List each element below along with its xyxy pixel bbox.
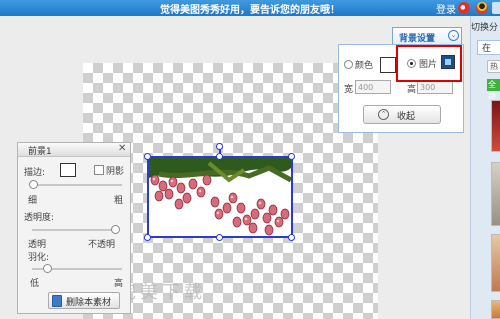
- close-icon[interactable]: ✕: [118, 143, 126, 154]
- color-radio[interactable]: [344, 60, 353, 69]
- high-label: 高: [114, 279, 124, 289]
- foreground-panel: 前景1 ✕ 描边: 阴影 细 粗 透明度: 透明 不透明 羽化: 低 高 删除本…: [17, 142, 131, 314]
- border-color-swatch[interactable]: [60, 163, 76, 177]
- delete-material-button[interactable]: 删除本素材: [48, 292, 120, 309]
- material-thumbnail[interactable]: [491, 100, 500, 152]
- shadow-checkbox[interactable]: [94, 165, 104, 175]
- top-banner: 觉得美图秀秀好用，要告诉您的朋友哦！ 登录: [0, 0, 500, 16]
- opacity-slider-knob[interactable]: [111, 225, 120, 234]
- right-sidebar: 切换分 在 热 全部: [470, 16, 500, 319]
- opacity-slider-track[interactable]: [32, 229, 118, 231]
- border-label: 描边:: [24, 168, 46, 178]
- selected-image[interactable]: [147, 156, 293, 238]
- opaque-label: 不透明: [88, 240, 116, 250]
- width-field[interactable]: [355, 80, 391, 94]
- resize-handle-tm[interactable]: [216, 153, 223, 160]
- low-label: 低: [30, 279, 40, 289]
- tab-switch[interactable]: 切换分: [471, 20, 498, 33]
- shadow-label: 阴影: [106, 167, 125, 177]
- collapse-label: 收起: [397, 112, 416, 122]
- banner-text: 觉得美图秀秀好用，要告诉您的朋友哦！: [160, 5, 340, 16]
- resize-handle-br[interactable]: [288, 234, 295, 241]
- resize-handle-tl[interactable]: [144, 153, 151, 160]
- feather-label: 羽化:: [28, 253, 50, 263]
- chevron-up-icon: ⌃: [378, 109, 389, 120]
- collapse-button[interactable]: ⌃ 收起: [363, 105, 441, 124]
- flower-image: [149, 158, 291, 236]
- thin-label: 细: [28, 196, 38, 206]
- material-thumbnail[interactable]: [491, 300, 500, 319]
- settings-icon[interactable]: [492, 2, 500, 14]
- hot-button[interactable]: 热: [487, 60, 500, 73]
- login-link[interactable]: 登录: [436, 1, 456, 16]
- trash-icon: [52, 295, 62, 307]
- chevron-down-icon[interactable]: ⌄: [448, 30, 459, 41]
- tab-online[interactable]: 在: [477, 40, 500, 55]
- feather-slider-knob[interactable]: [43, 264, 52, 273]
- width-label: 宽: [344, 85, 354, 95]
- background-color-swatch[interactable]: [380, 57, 396, 73]
- border-slider-knob[interactable]: [29, 180, 38, 189]
- foreground-panel-header[interactable]: 前景1 ✕: [18, 143, 130, 157]
- background-settings-label: 背景设置: [399, 34, 436, 44]
- watermark: 完美下载: [118, 282, 206, 303]
- opacity-label: 透明度:: [24, 213, 55, 223]
- foreground-panel-title: 前景1: [28, 147, 52, 157]
- color-label: 颜色: [355, 61, 374, 71]
- tab-background-settings[interactable]: 背景设置 ⌄: [392, 27, 462, 44]
- rotate-handle[interactable]: [216, 143, 223, 150]
- resize-handle-bl[interactable]: [144, 234, 151, 241]
- resize-handle-tr[interactable]: [288, 153, 295, 160]
- material-thumbnail[interactable]: [491, 162, 500, 226]
- transparent-label: 透明: [28, 240, 47, 250]
- qq-icon[interactable]: [476, 2, 488, 14]
- delete-material-label: 删除本素材: [66, 298, 112, 308]
- border-slider-track[interactable]: [32, 184, 122, 186]
- picture-option-highlight: [396, 45, 462, 82]
- resize-handle-bm[interactable]: [216, 234, 223, 241]
- all-category-button[interactable]: 全部: [487, 79, 500, 100]
- weibo-icon[interactable]: [458, 2, 470, 14]
- material-thumbnail[interactable]: [491, 234, 500, 292]
- thick-label: 粗: [114, 196, 124, 206]
- height-field[interactable]: [417, 80, 453, 94]
- height-label: 高: [407, 85, 417, 95]
